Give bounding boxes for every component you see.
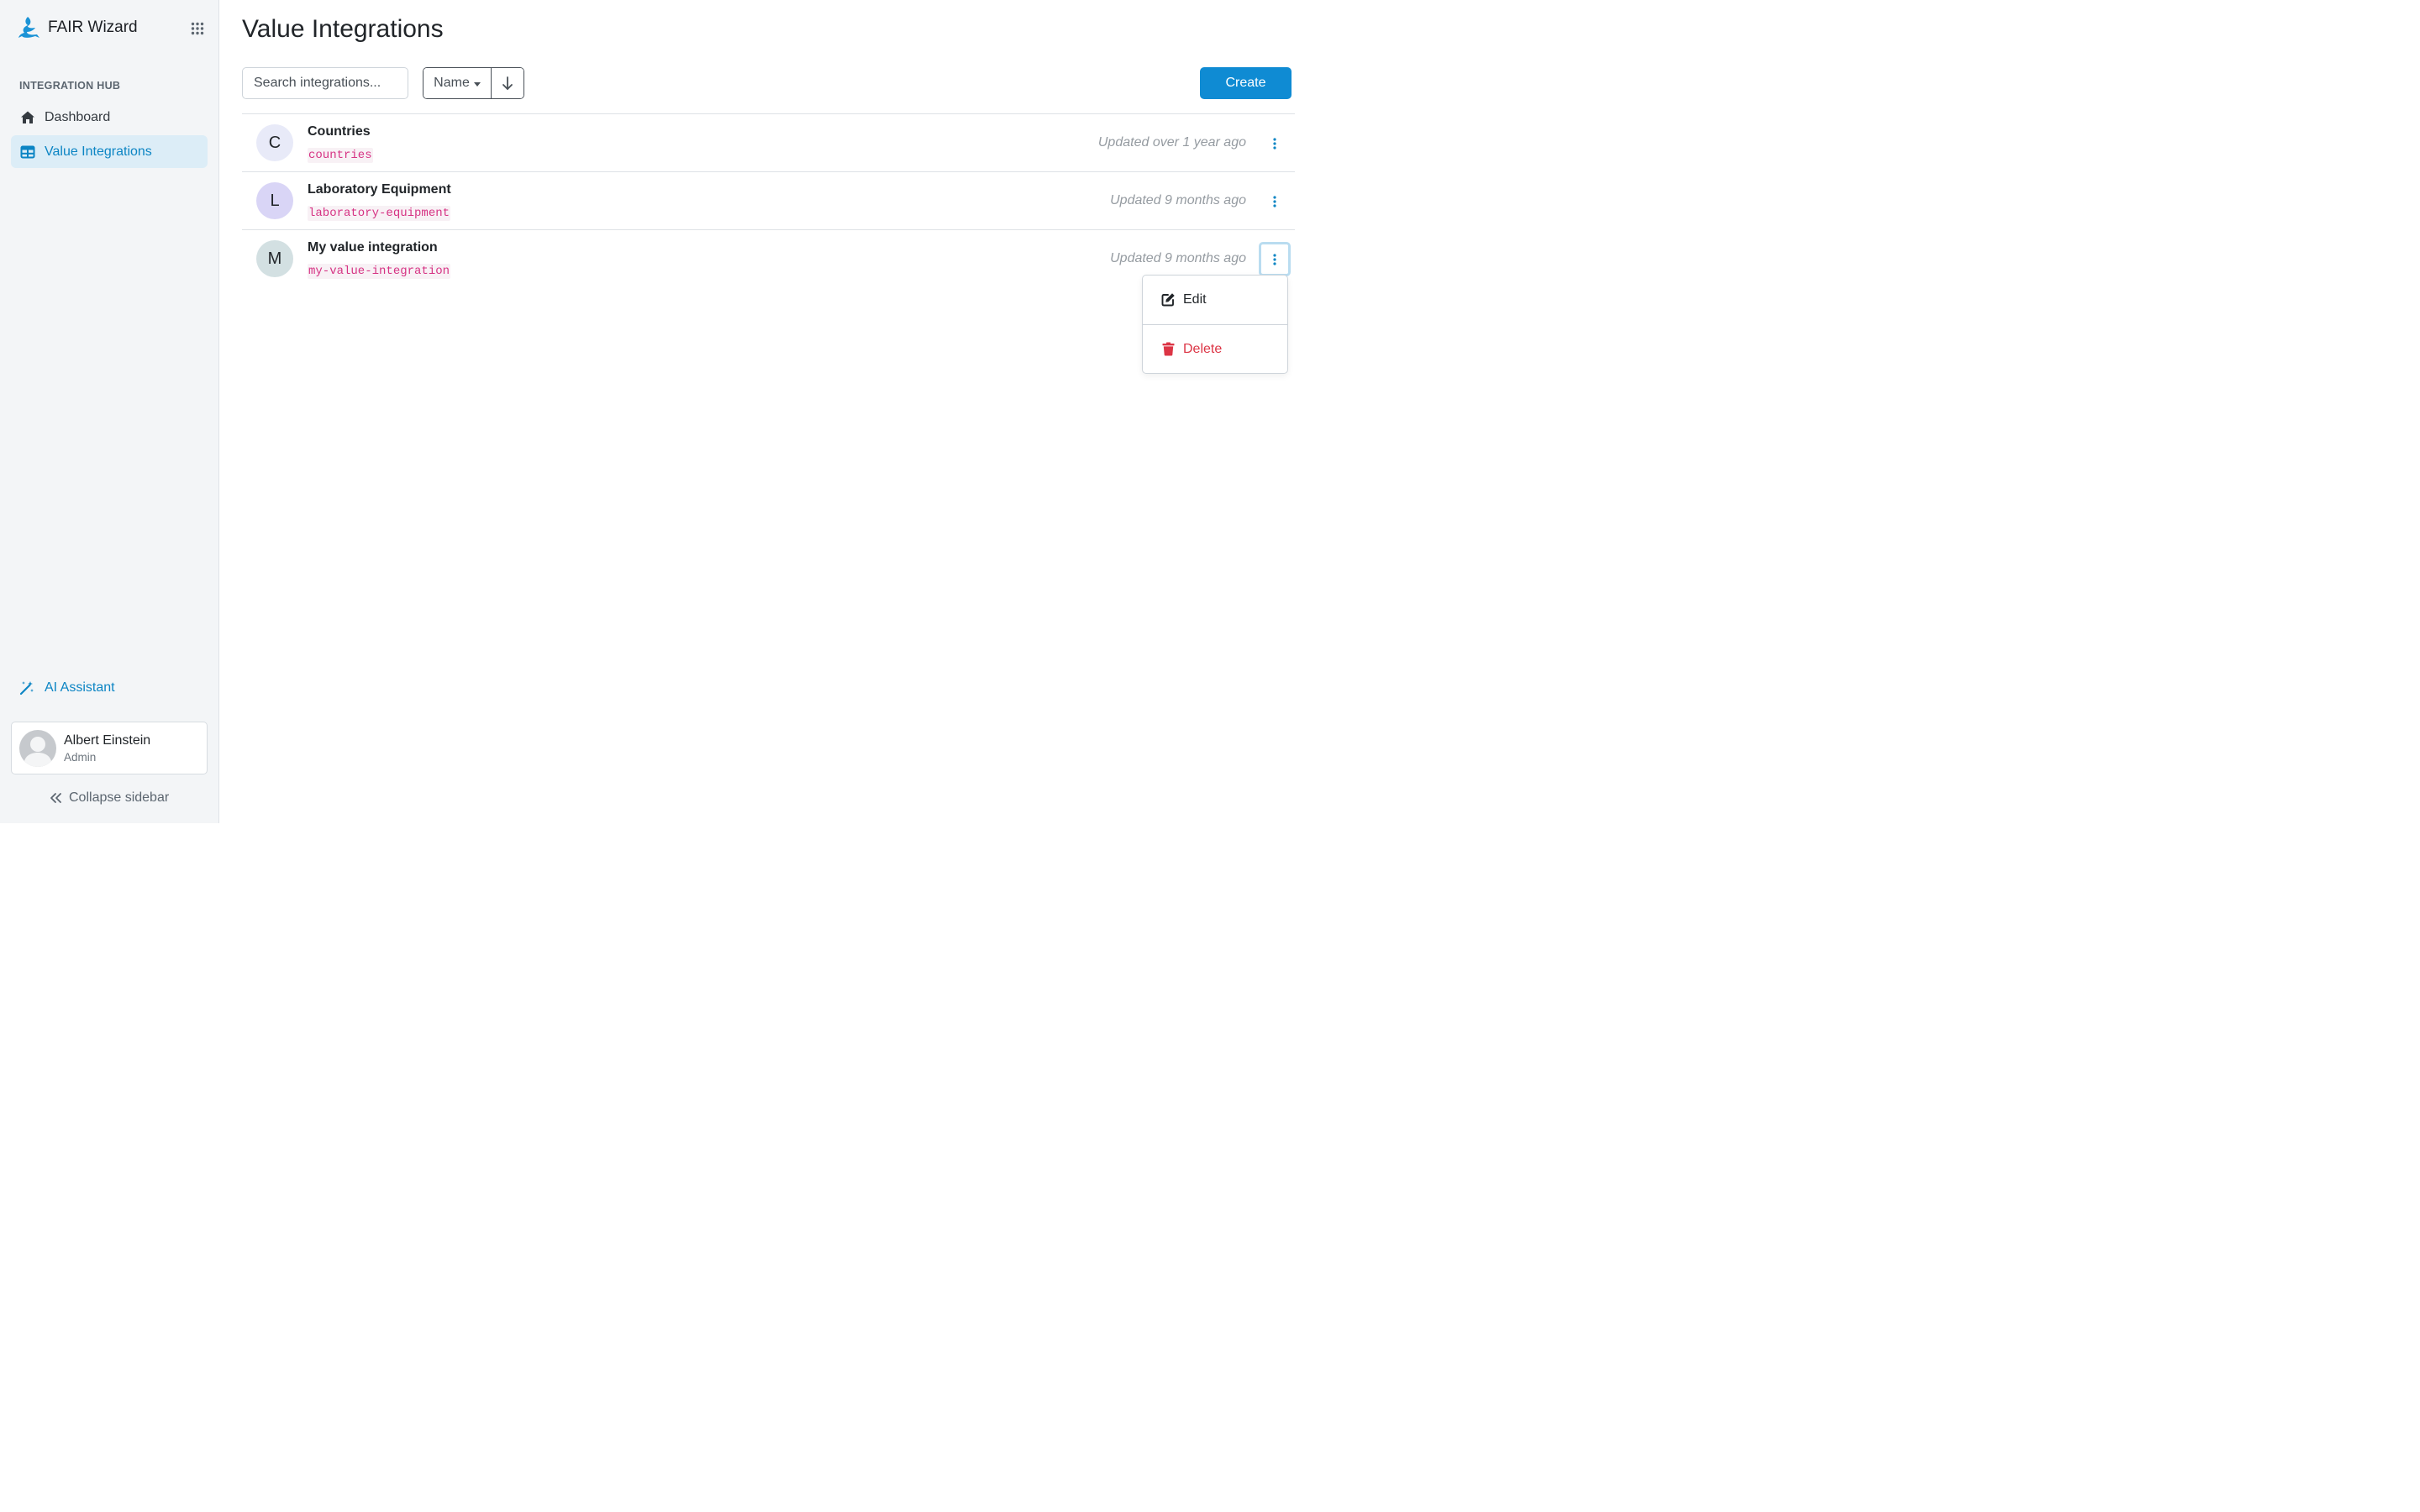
item-name[interactable]: Laboratory Equipment bbox=[308, 182, 451, 197]
ai-assistant-link[interactable]: AI Assistant bbox=[19, 680, 115, 696]
item-actions-button[interactable] bbox=[1261, 128, 1288, 160]
section-title: INTEGRATION HUB bbox=[19, 80, 121, 92]
list-item[interactable]: C Countries countries Updated over 1 yea… bbox=[242, 113, 1295, 171]
edit-icon bbox=[1161, 293, 1175, 307]
user-silhouette-icon bbox=[24, 737, 52, 767]
fair-wizard-logo-icon bbox=[18, 17, 39, 38]
collapse-sidebar-button[interactable]: Collapse sidebar bbox=[49, 790, 169, 806]
delete-menu-item[interactable]: Delete bbox=[1143, 325, 1287, 374]
item-avatar: L bbox=[256, 182, 293, 219]
ai-assistant-label: AI Assistant bbox=[45, 680, 115, 695]
integrations-list: C Countries countries Updated over 1 yea… bbox=[242, 113, 1295, 287]
caret-down-icon bbox=[473, 81, 481, 87]
kebab-menu-icon bbox=[1273, 196, 1276, 207]
apps-grid-icon[interactable] bbox=[191, 22, 204, 35]
sort-direction-button[interactable] bbox=[492, 68, 523, 98]
sidebar-item-label: Value Integrations bbox=[45, 144, 152, 159]
sort-field-dropdown[interactable]: Name bbox=[424, 68, 492, 98]
item-avatar: C bbox=[256, 124, 293, 161]
list-item[interactable]: M My value integration my-value-integrat… bbox=[242, 229, 1295, 287]
delete-label: Delete bbox=[1183, 342, 1223, 356]
kebab-menu-icon bbox=[1273, 138, 1276, 150]
user-profile-menu[interactable]: Albert Einstein Admin bbox=[11, 722, 208, 774]
item-id: countries bbox=[308, 148, 373, 163]
sort-controls: Name bbox=[423, 67, 524, 99]
item-updated: Updated 9 months ago bbox=[1110, 251, 1246, 265]
trash-icon bbox=[1162, 342, 1175, 356]
item-avatar: M bbox=[256, 240, 293, 277]
item-id: laboratory-equipment bbox=[308, 206, 451, 221]
user-role: Admin bbox=[64, 751, 97, 764]
app-name: FAIR Wizard bbox=[48, 18, 138, 36]
sidebar-item-value-integrations[interactable]: Value Integrations bbox=[11, 135, 208, 168]
brand[interactable]: FAIR Wizard bbox=[17, 15, 138, 40]
item-actions-dropdown: Edit Delete bbox=[1142, 275, 1288, 374]
item-actions-button[interactable] bbox=[1261, 186, 1288, 218]
sidebar-item-dashboard[interactable]: Dashboard bbox=[11, 101, 208, 134]
avatar bbox=[19, 730, 56, 767]
edit-label: Edit bbox=[1183, 292, 1207, 307]
arrow-down-icon bbox=[502, 76, 513, 90]
kebab-menu-icon bbox=[1273, 253, 1276, 265]
item-updated: Updated 9 months ago bbox=[1110, 193, 1246, 207]
sidebar: FAIR Wizard INTEGRATION HUB Dashboard Va… bbox=[0, 0, 219, 823]
edit-menu-item[interactable]: Edit bbox=[1143, 276, 1287, 324]
search-input[interactable] bbox=[242, 67, 408, 99]
item-actions-button[interactable] bbox=[1259, 242, 1291, 276]
user-name: Albert Einstein bbox=[64, 733, 151, 748]
sort-field-label: Name bbox=[434, 76, 470, 90]
create-button[interactable]: Create bbox=[1200, 67, 1292, 99]
list-item[interactable]: L Laboratory Equipment laboratory-equipm… bbox=[242, 171, 1295, 229]
item-name[interactable]: My value integration bbox=[308, 240, 438, 255]
home-icon bbox=[21, 111, 34, 123]
item-id: my-value-integration bbox=[308, 264, 451, 279]
page-title: Value Integrations bbox=[242, 15, 444, 43]
item-name[interactable]: Countries bbox=[308, 124, 371, 139]
collapse-sidebar-label: Collapse sidebar bbox=[69, 790, 170, 805]
double-chevron-left-icon bbox=[50, 793, 61, 803]
item-updated: Updated over 1 year ago bbox=[1097, 135, 1246, 150]
sidebar-item-label: Dashboard bbox=[45, 109, 111, 124]
table-icon bbox=[20, 145, 35, 159]
magic-wand-icon bbox=[19, 681, 34, 696]
